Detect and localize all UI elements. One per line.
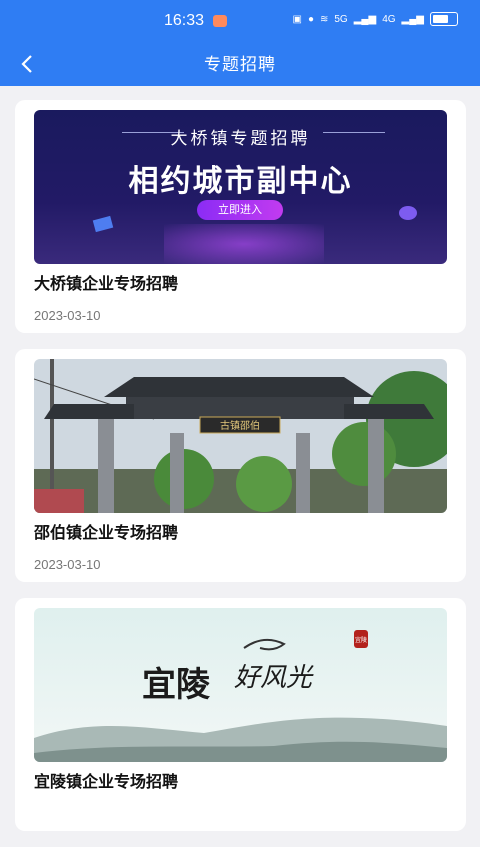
location-icon: ● [307, 13, 314, 25]
banner-slogan: 相约城市副中心 [128, 164, 353, 199]
item-date: 2023-03-10 [34, 557, 101, 572]
banner-heading: 大桥镇专题招聘 [170, 129, 311, 149]
signal-icon: ▂▄▆ [353, 13, 377, 25]
list-item[interactable]: 宜陵 好风光 宜陵 宜陵镇企业专场招聘 [15, 598, 466, 831]
item-title: 宜陵镇企业专场招聘 [34, 772, 179, 791]
book-icon [92, 215, 114, 233]
status-time: 16:33 [164, 12, 205, 29]
network-4g-label: 4G [382, 13, 396, 25]
topic-list: 大桥镇专题招聘 相约城市副中心 立即进入 大桥镇企业专场招聘 2023-03-1… [15, 100, 466, 847]
landscape-illustration: 宜陵 好风光 宜陵 [34, 608, 447, 762]
app-bar: 16:33 ▣ ● ≋ 5G ▂▄▆ 4G ▂▄▆ 专题招聘 [0, 0, 480, 86]
nfc-icon: ▣ [292, 13, 302, 25]
wifi-icon: ≋ [319, 13, 329, 25]
calligraphy-b: 好风光 [234, 663, 314, 693]
list-item[interactable]: 大桥镇专题招聘 相约城市副中心 立即进入 大桥镇企业专场招聘 2023-03-1… [15, 100, 466, 333]
battery-level [433, 15, 448, 23]
status-bar: 16:33 ▣ ● ≋ 5G ▂▄▆ 4G ▂▄▆ [0, 10, 480, 36]
status-icons: ▣ ● ≋ 5G ▂▄▆ 4G ▂▄▆ [292, 12, 458, 26]
archway-illustration: 古镇邵伯 [34, 359, 447, 513]
item-title: 邵伯镇企业专场招聘 [34, 523, 179, 542]
banner-image: 大桥镇专题招聘 相约城市副中心 立即进入 [34, 110, 447, 264]
message-notification-icon [213, 15, 227, 27]
page-title: 专题招聘 [204, 55, 276, 75]
banner-image: 宜陵 好风光 宜陵 [34, 608, 447, 762]
enter-button: 立即进入 [197, 200, 283, 220]
calligraphy-a: 宜陵 [142, 665, 211, 705]
glow-decoration [164, 224, 324, 264]
seal-text: 宜陵 [355, 636, 367, 644]
list-item[interactable]: 古镇邵伯 邵伯镇企业专场招聘 2023-03-10 [15, 349, 466, 582]
item-date: 2023-03-10 [34, 308, 101, 323]
planet-icon [399, 206, 417, 220]
item-title: 大桥镇企业专场招聘 [34, 274, 179, 293]
plaque-text: 古镇邵伯 [220, 419, 260, 432]
battery-icon [430, 12, 458, 26]
signal-icon-2: ▂▄▆ [401, 13, 424, 25]
banner-image: 古镇邵伯 [34, 359, 447, 513]
network-5g-label: 5G [334, 13, 348, 25]
